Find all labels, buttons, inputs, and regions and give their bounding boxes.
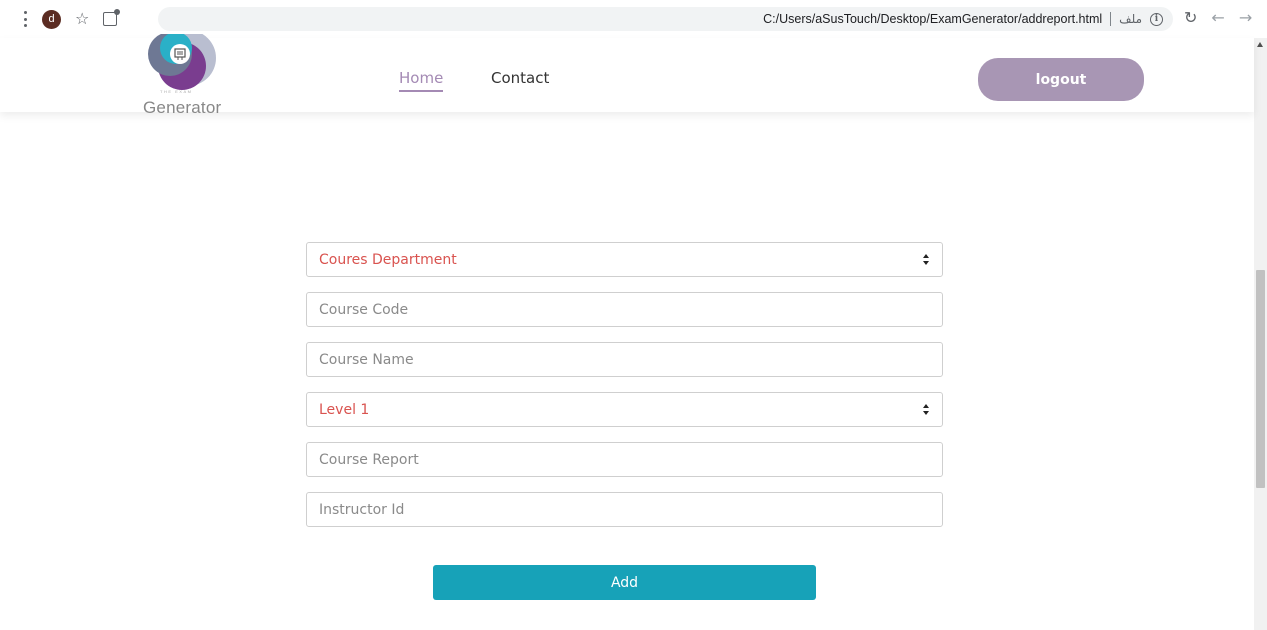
nav-home-link[interactable]: Home [399,69,444,92]
site-header: THE EXAM Generator Home Contact logout [0,34,1254,117]
level-select-value: Level 1 [319,401,370,418]
menu-icon[interactable] [22,11,28,27]
back-icon[interactable]: ← [1211,9,1224,27]
info-icon[interactable]: i [1150,12,1163,26]
instructor-id-input[interactable] [319,501,930,518]
address-bar[interactable]: C:/Users/aSusTouch/Desktop/ExamGenerator… [158,7,1173,31]
department-select[interactable]: Coures Department [306,242,943,277]
page-scrollbar[interactable] [1254,38,1267,630]
logo-small-text: THE EXAM [160,89,193,94]
star-icon[interactable]: ☆ [75,11,89,27]
select-arrows-icon [923,404,930,416]
address-separator [1110,12,1112,26]
logo-text: Generator [143,98,222,117]
level-select[interactable]: Level 1 [306,392,943,427]
course-code-field[interactable] [306,292,943,327]
course-report-field[interactable] [306,442,943,477]
url-text[interactable]: C:/Users/aSusTouch/Desktop/ExamGenerator… [763,12,1102,26]
extension-icon[interactable] [103,9,121,26]
department-select-value: Coures Department [319,251,457,268]
select-arrows-icon [923,254,930,266]
course-report-input[interactable] [319,451,930,468]
course-name-input[interactable] [319,351,930,368]
add-report-form: Coures Department Level 1 [306,242,943,542]
course-code-input[interactable] [319,301,930,318]
browser-toolbar: d ☆ C:/Users/aSusTouch/Desktop/ExamGener… [0,0,1267,38]
logout-button[interactable]: logout [978,58,1144,101]
course-name-field[interactable] [306,342,943,377]
instructor-id-field[interactable] [306,492,943,527]
file-label: ملف [1119,12,1142,26]
scroll-thumb[interactable] [1256,270,1265,488]
profile-avatar[interactable]: d [42,9,61,29]
site-logo[interactable]: THE EXAM Generator [140,34,222,122]
add-button[interactable]: Add [433,565,816,600]
forward-icon[interactable]: → [1239,9,1252,27]
nav-contact-link[interactable]: Contact [491,69,549,87]
scroll-up-arrow[interactable] [1257,42,1263,47]
reload-icon[interactable]: ↻ [1184,9,1197,27]
